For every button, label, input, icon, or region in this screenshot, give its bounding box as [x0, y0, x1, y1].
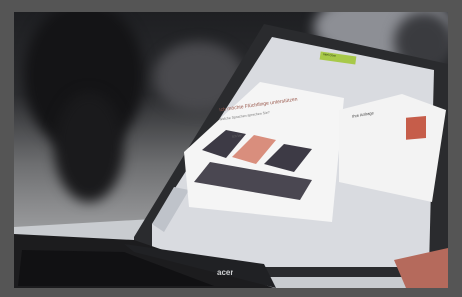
laptop-illustration: [14, 24, 448, 288]
photo-frame: Ich möchte Flüchtlinge unterstützen Welc…: [0, 0, 462, 297]
laptop-photo: Ich möchte Flüchtlinge unterstützen Welc…: [14, 12, 448, 288]
laptop-brand-logo: acer: [217, 268, 234, 277]
right-card-illustration: [406, 115, 426, 140]
